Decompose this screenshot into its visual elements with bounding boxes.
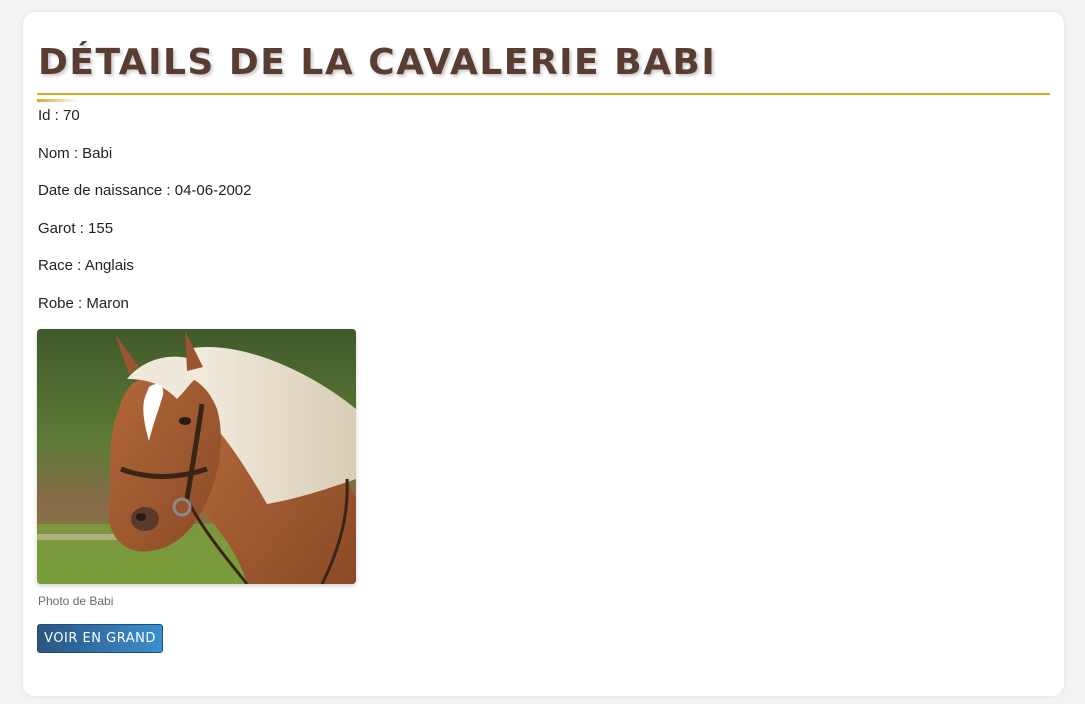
detail-birthdate: Date de naissance : 04-06-2002 — [38, 182, 252, 199]
photo-caption: Photo de Babi — [38, 594, 114, 608]
title-underline — [37, 93, 1050, 95]
horse-photo-illustration — [37, 329, 356, 584]
page-title: DÉTAILS DE LA CAVALERIE BABI — [38, 42, 717, 83]
detail-breed: Race : Anglais — [38, 257, 134, 274]
title-accent-bar — [37, 99, 79, 102]
detail-coat: Robe : Maron — [38, 294, 129, 312]
details-list: Id : 70 Nom : Babi Date de naissance : 0… — [38, 106, 251, 331]
detail-name: Nom : Babi — [38, 144, 113, 162]
detail-withers: Garot : 155 — [38, 219, 114, 237]
horse-photo — [37, 329, 356, 584]
detail-id: Id : 70 — [38, 107, 80, 124]
view-large-button[interactable]: VOIR EN GRAND — [37, 624, 163, 653]
details-card: DÉTAILS DE LA CAVALERIE BABI Id : 70 Nom… — [23, 12, 1064, 696]
